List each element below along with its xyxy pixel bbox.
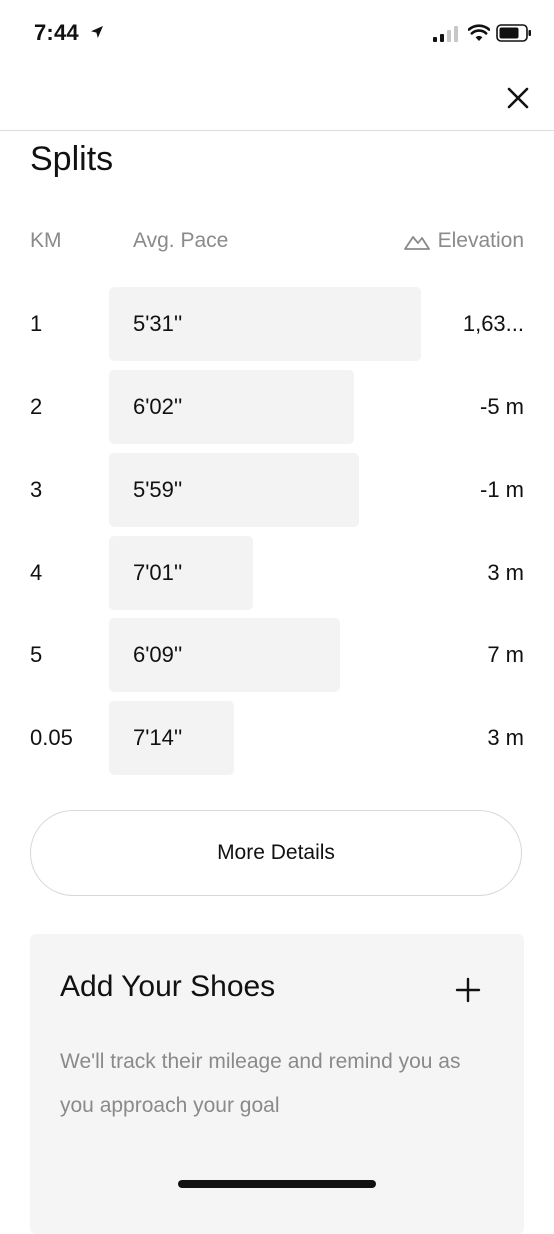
split-pace: 6'09'' [133, 642, 183, 667]
column-header-pace: Avg. Pace [133, 229, 229, 252]
split-pace: 7'01'' [133, 560, 183, 585]
split-pace: 7'14'' [133, 725, 183, 750]
split-pace: 5'59'' [133, 477, 183, 502]
split-elevation: 1,63... [462, 311, 524, 336]
split-row: 4 7'01'' 3 m [0, 536, 554, 610]
split-row: 2 6'02'' -5 m [0, 370, 554, 444]
column-header-km: KM [30, 229, 62, 252]
shoes-card-description: We'll track their mileage and remind you… [60, 1050, 461, 1117]
status-time: 7:44 [34, 20, 79, 45]
split-pace: 5'31'' [133, 311, 183, 336]
header [0, 70, 554, 131]
split-elevation: 3 m [487, 725, 524, 750]
split-row: 3 5'59'' -1 m [0, 453, 554, 527]
battery-icon [496, 24, 531, 42]
split-row: 0.05 7'14'' 3 m [0, 701, 554, 775]
cellular-signal-icon [433, 26, 458, 42]
split-km: 0.05 [30, 725, 73, 750]
close-icon[interactable] [502, 82, 534, 114]
plus-icon[interactable] [452, 974, 484, 1006]
split-row: 1 5'31'' 1,63... [0, 287, 554, 361]
split-elevation: -5 m [480, 394, 524, 419]
mountain-icon [403, 236, 430, 250]
split-elevation: 7 m [487, 642, 524, 667]
split-pace: 6'02'' [133, 394, 183, 419]
shoes-card-title: Add Your Shoes [60, 970, 276, 1003]
wifi-icon [468, 24, 490, 41]
split-elevation: -1 m [480, 477, 524, 502]
split-km: 3 [30, 477, 43, 502]
split-km: 4 [30, 560, 43, 585]
column-header-elevation-label: Elevation [437, 229, 524, 252]
column-header-elevation: Elevation [403, 229, 524, 253]
split-km: 2 [30, 394, 43, 419]
status-bar: 7:44 [0, 0, 554, 70]
split-km: 1 [30, 311, 43, 336]
split-km: 5 [30, 642, 43, 667]
split-row: 5 6'09'' 7 m [0, 618, 554, 692]
home-indicator[interactable] [178, 1180, 376, 1188]
more-details-button[interactable]: More Details [30, 810, 522, 896]
location-arrow-icon [91, 26, 103, 38]
page-title: Splits [30, 140, 114, 178]
add-shoes-card[interactable]: Add Your Shoes We'll track their mileage… [30, 934, 524, 1234]
split-elevation: 3 m [487, 560, 524, 585]
